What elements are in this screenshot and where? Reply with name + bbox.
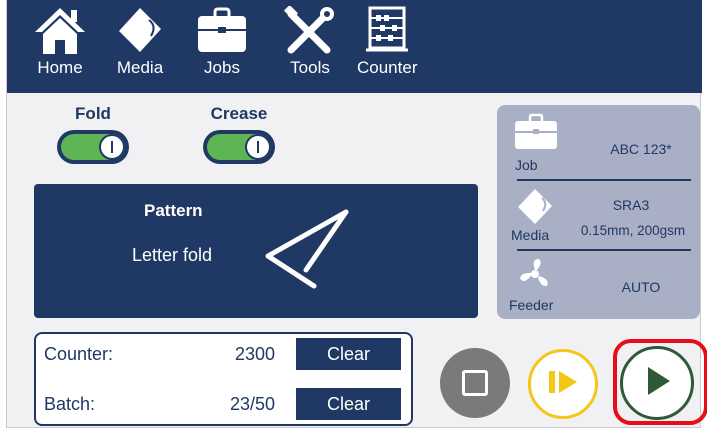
abacus-icon [360, 6, 414, 56]
fold-toggle-group: Fold [57, 104, 129, 164]
nav-jobs-label: Jobs [204, 58, 240, 77]
fold-toggle[interactable] [57, 130, 129, 164]
info-divider [517, 179, 691, 181]
step-button[interactable] [528, 349, 598, 419]
fold-toggle-knob [99, 134, 125, 160]
crease-toggle[interactable] [203, 130, 275, 164]
counter-row: Counter: 2300 Clear [36, 338, 415, 370]
pattern-title: Pattern [144, 201, 203, 220]
play-icon [640, 364, 674, 403]
clear-counter-button[interactable]: Clear [296, 338, 401, 370]
stop-icon [462, 370, 488, 396]
counters-panel: Counter: 2300 Clear Batch: 23/50 Clear [34, 332, 413, 426]
nav-jobs-button[interactable]: Jobs [195, 6, 249, 90]
job-row[interactable]: Job ABC 123* [507, 111, 691, 181]
media-size-value: SRA3 [612, 197, 650, 213]
nav-tools-label: Tools [290, 58, 330, 77]
clear-batch-button[interactable]: Clear [296, 388, 401, 420]
counter-value: 2300 [234, 344, 275, 364]
media-label: Media [511, 227, 550, 243]
nav-counter-label: Counter [357, 58, 418, 77]
info-divider [517, 249, 691, 251]
home-icon [33, 6, 87, 56]
step-icon [546, 367, 580, 402]
batch-label: Batch: [44, 394, 96, 414]
play-button[interactable] [620, 346, 694, 420]
fan-icon [517, 257, 553, 296]
stop-button[interactable] [440, 348, 510, 418]
feeder-row[interactable]: Feeder AUTO [507, 253, 691, 315]
nav-media-button[interactable]: Media [113, 6, 167, 90]
media-icon [113, 6, 167, 56]
job-value: ABC 123* [610, 141, 672, 157]
nav-media-label: Media [116, 58, 164, 77]
counter-label: Counter: [44, 344, 114, 364]
nav-home-button[interactable]: Home [33, 6, 87, 90]
media-row[interactable]: Media SRA3 0.15mm, 200gsm [507, 185, 691, 251]
job-label: Job [515, 157, 538, 173]
crease-toggle-knob [245, 134, 271, 160]
nav-counter-button[interactable]: Counter [357, 6, 417, 90]
feeder-label: Feeder [509, 297, 554, 313]
media-icon [515, 187, 555, 232]
pattern-panel[interactable]: Pattern Letter fold [34, 184, 478, 318]
nav-home-label: Home [37, 58, 83, 77]
job-info-panel: Job ABC 123* Media SRA3 0.15mm, 200gsm F… [497, 105, 700, 319]
batch-value: 23/50 [229, 394, 275, 414]
feeder-value: AUTO [621, 279, 661, 295]
crease-label: Crease [210, 104, 268, 123]
crease-toggle-group: Crease [203, 104, 275, 164]
main-screen: Home Media Jobs Tools Counter Fold Creas… [6, 0, 707, 428]
nav-tools-button[interactable]: Tools [283, 6, 337, 90]
top-navbar: Home Media Jobs Tools Counter [7, 0, 702, 93]
media-spec-value: 0.15mm, 200gsm [580, 223, 686, 238]
fold-label: Fold [75, 104, 111, 123]
briefcase-icon [195, 6, 249, 56]
batch-row: Batch: 23/50 Clear [36, 388, 415, 420]
briefcase-icon [513, 113, 559, 156]
letter-fold-icon [262, 206, 352, 301]
tools-icon [283, 6, 337, 56]
pattern-name: Letter fold [132, 245, 213, 265]
